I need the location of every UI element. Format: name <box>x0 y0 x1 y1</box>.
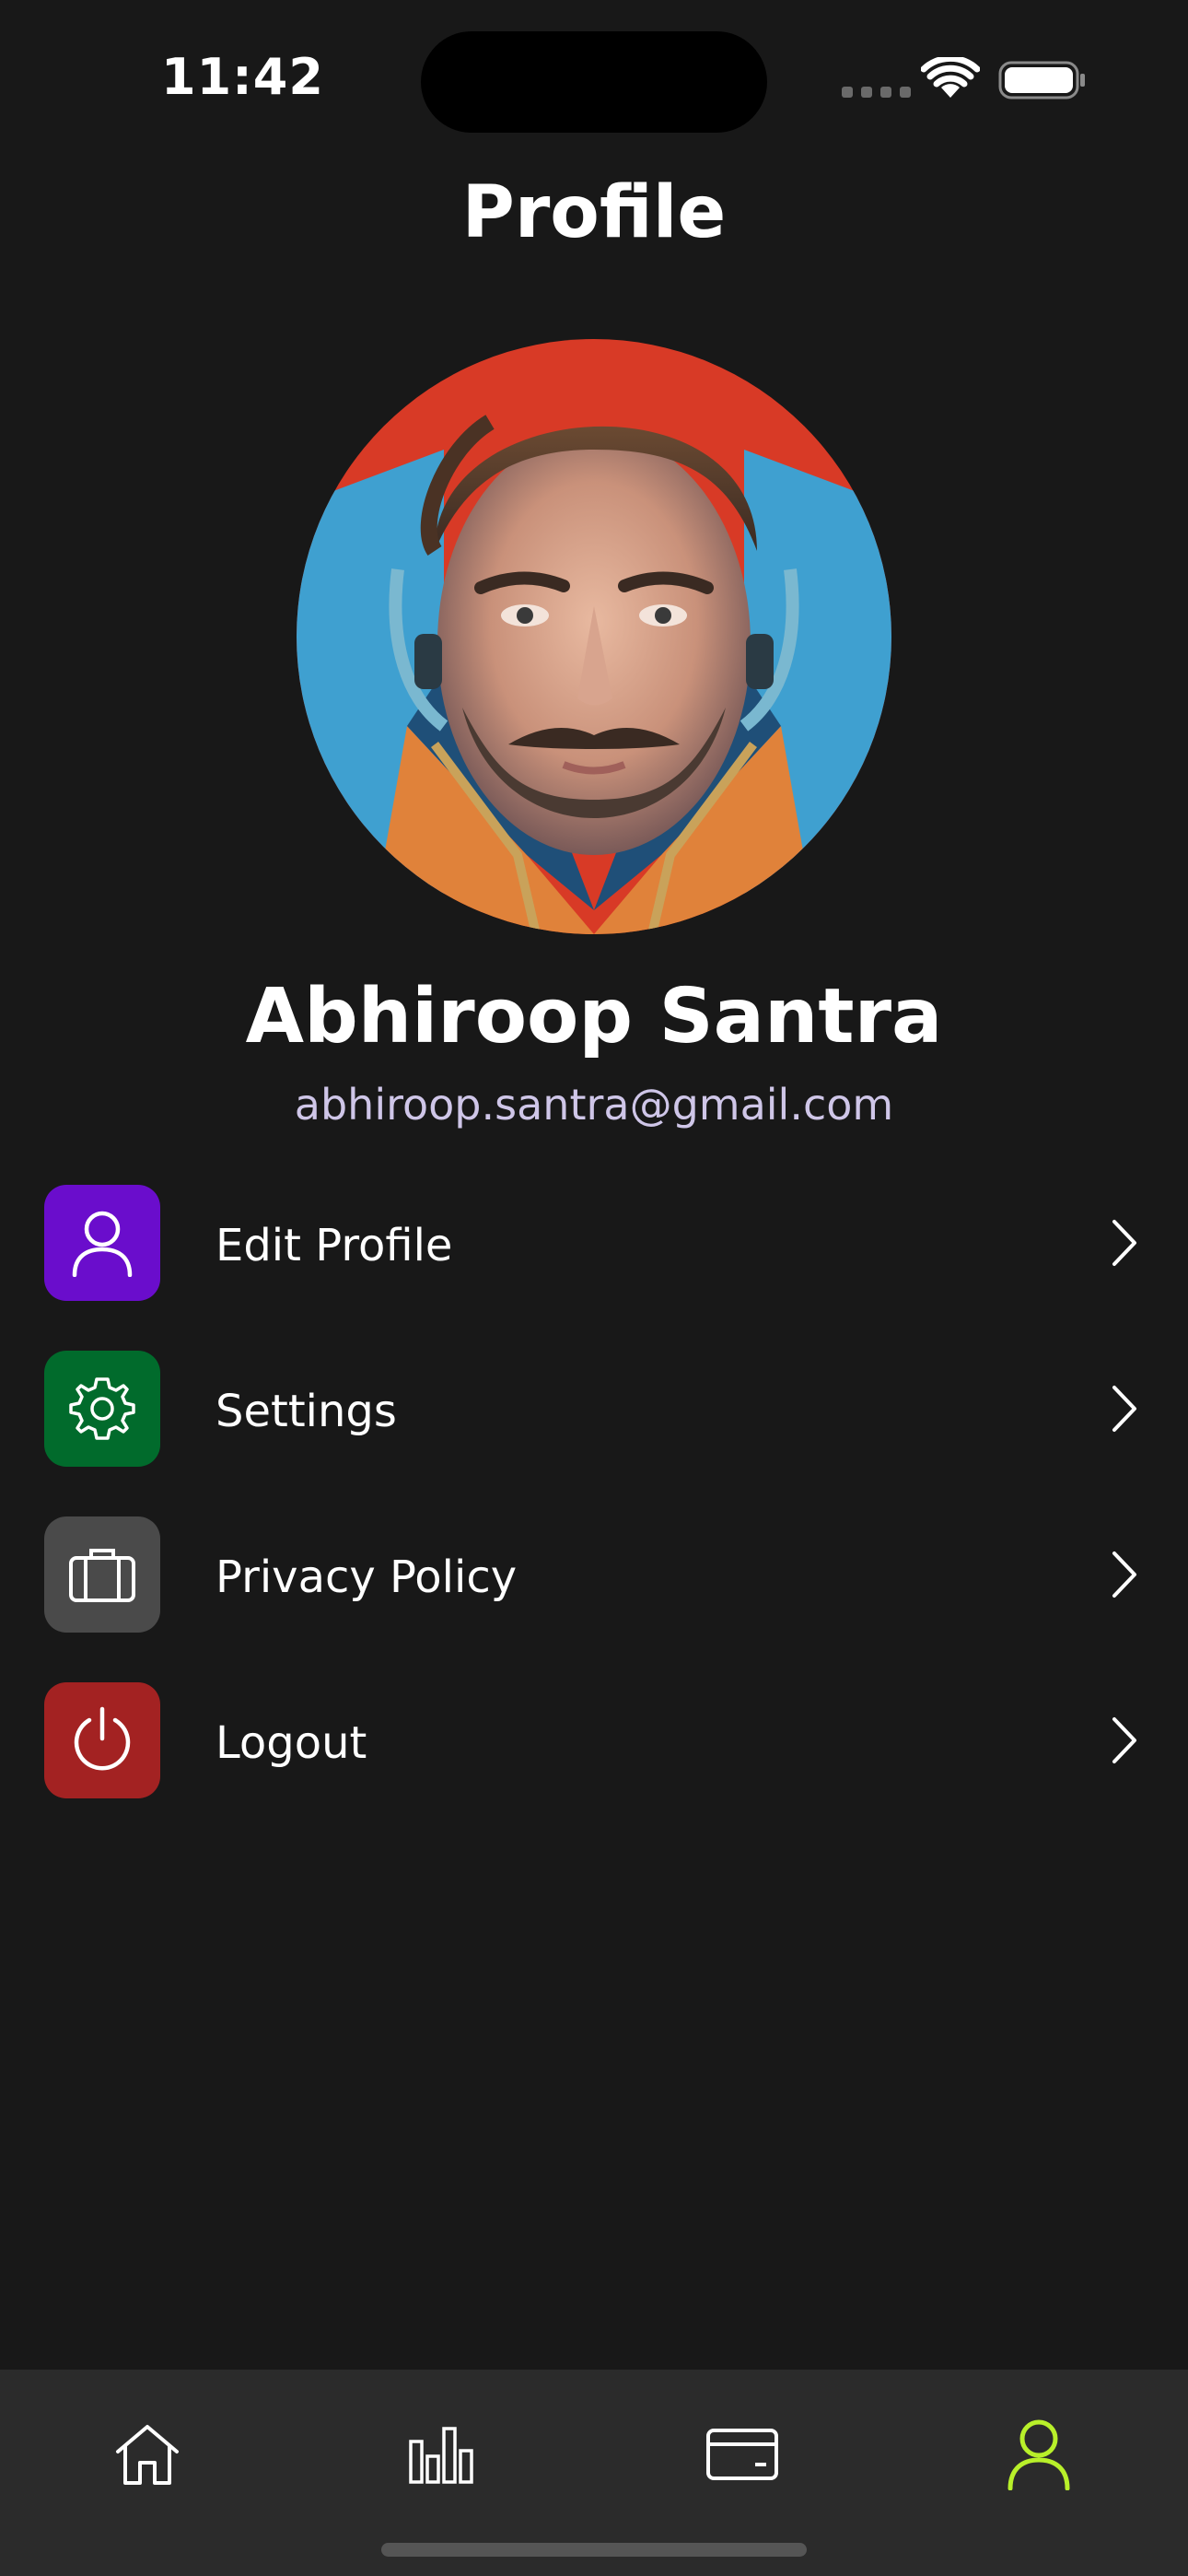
gear-icon <box>69 1377 135 1440</box>
home-icon <box>116 2425 179 2485</box>
tab-cards[interactable] <box>696 2408 788 2500</box>
menu-item-logout[interactable]: Logout <box>0 1671 1188 1809</box>
menu-item-settings[interactable]: Settings <box>0 1340 1188 1478</box>
tab-statistics[interactable] <box>396 2408 488 2500</box>
user-icon <box>72 1211 133 1277</box>
tab-profile[interactable] <box>993 2408 1085 2500</box>
menu-label-edit-profile: Edit Profile <box>215 1220 453 1271</box>
menu-label-settings: Settings <box>215 1386 397 1437</box>
dynamic-island <box>421 31 767 133</box>
user-email: abhiroop.santra@gmail.com <box>294 1080 894 1130</box>
wifi-icon <box>921 57 980 98</box>
card-icon <box>706 2429 778 2480</box>
user-icon <box>1007 2419 1070 2490</box>
chevron-right-icon <box>1112 1717 1136 1763</box>
user-name: Abhiroop Santra <box>245 973 943 1060</box>
chevron-right-icon <box>1112 1551 1136 1598</box>
battery-icon <box>998 61 1085 100</box>
chevron-right-icon <box>1112 1386 1136 1432</box>
avatar[interactable] <box>297 339 891 934</box>
home-indicator[interactable] <box>381 2543 807 2557</box>
page-title: Profile <box>461 171 727 254</box>
tab-home[interactable] <box>101 2408 193 2500</box>
menu-label-logout: Logout <box>215 1717 367 1769</box>
chevron-right-icon <box>1112 1220 1136 1266</box>
status-time: 11:42 <box>161 48 324 106</box>
privacy-policy-icon-box <box>44 1516 160 1633</box>
menu-item-privacy-policy[interactable]: Privacy Policy <box>0 1505 1188 1644</box>
logout-icon-box <box>44 1682 160 1798</box>
power-icon <box>74 1706 131 1771</box>
menu-item-edit-profile[interactable]: Edit Profile <box>0 1174 1188 1312</box>
cellular-signal-icon <box>842 87 911 98</box>
bar-chart-icon <box>409 2427 473 2484</box>
menu-label-privacy-policy: Privacy Policy <box>215 1551 518 1603</box>
briefcase-icon <box>69 1549 135 1602</box>
edit-profile-icon-box <box>44 1185 160 1301</box>
settings-icon-box <box>44 1351 160 1467</box>
